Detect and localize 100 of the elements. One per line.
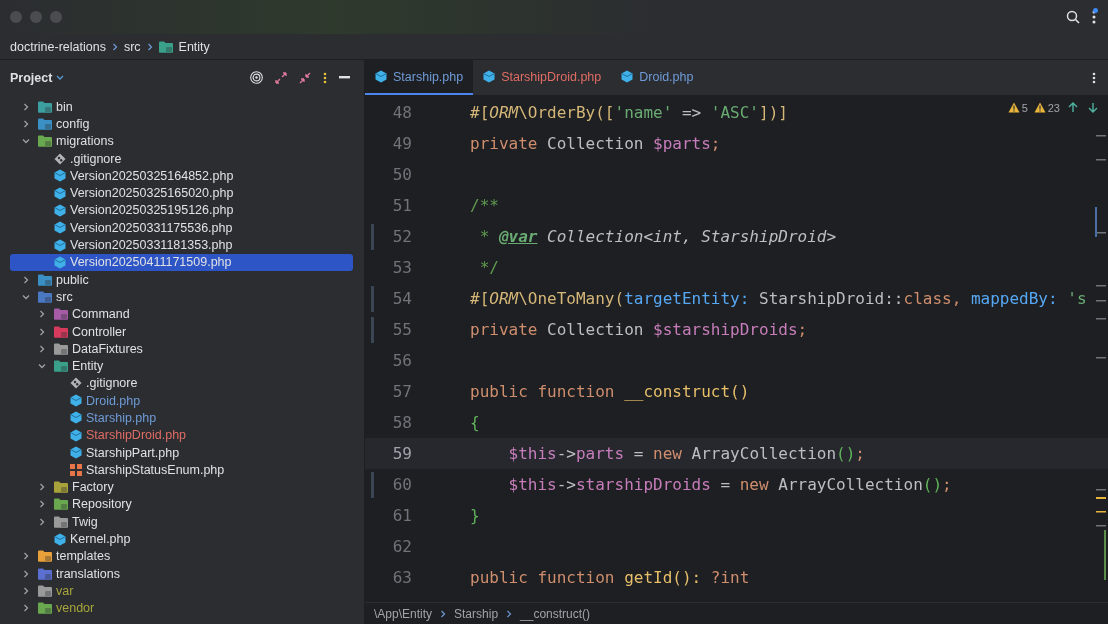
line-number: 50 bbox=[391, 165, 412, 184]
tree-item[interactable]: translations bbox=[10, 565, 353, 583]
cube-icon bbox=[54, 203, 66, 217]
tree-item[interactable]: StarshipDroid.php bbox=[10, 426, 353, 444]
tree-item[interactable]: Version20250325165020.php bbox=[10, 184, 353, 202]
notification-dot bbox=[1093, 8, 1098, 13]
folder-icon bbox=[158, 40, 173, 53]
tree-item[interactable]: Entity bbox=[10, 357, 353, 375]
tree-item[interactable]: Repository bbox=[10, 495, 353, 514]
chevron-icon bbox=[146, 42, 153, 51]
code-line: $this->parts = new ArrayCollection(); bbox=[507, 444, 865, 463]
file-name: StarshipPart.php bbox=[86, 445, 180, 460]
settings-button[interactable] bbox=[1090, 8, 1098, 26]
cube-icon bbox=[54, 169, 66, 183]
search-icon bbox=[1066, 10, 1080, 24]
target-icon bbox=[250, 71, 263, 84]
cube-icon bbox=[70, 428, 82, 442]
file-name: src bbox=[56, 289, 73, 304]
line-number: 60 bbox=[391, 475, 412, 494]
line-number: 56 bbox=[391, 351, 412, 370]
line-number: 54 bbox=[391, 289, 412, 308]
tree-item[interactable]: Twig bbox=[10, 513, 353, 531]
code-line: public function getId(): ?int bbox=[470, 568, 750, 587]
tree-item[interactable]: bin bbox=[10, 98, 353, 116]
file-name: Version20250411171509.php bbox=[70, 255, 232, 270]
tree-item[interactable]: Droid.php bbox=[10, 392, 353, 410]
locate-button[interactable] bbox=[248, 69, 265, 86]
tree-item[interactable]: src bbox=[10, 288, 353, 306]
tree-item[interactable]: templates bbox=[10, 547, 353, 565]
breadcrumb-item[interactable]: \App\Entity bbox=[374, 606, 433, 621]
file-name: Version20250331181353.php bbox=[70, 238, 233, 252]
chevron-icon bbox=[111, 42, 118, 51]
warning-icon[interactable] bbox=[1033, 102, 1046, 113]
tree-item[interactable]: Kernel.php bbox=[10, 530, 353, 548]
tree-item[interactable]: var bbox=[10, 582, 353, 600]
tree-item[interactable]: Controller bbox=[10, 322, 353, 341]
file-name: Version20250325195126.php bbox=[70, 203, 234, 218]
line-number: 49 bbox=[391, 134, 412, 153]
line-number: 59 bbox=[391, 444, 412, 463]
file-name: var bbox=[56, 583, 74, 598]
file-name: Version20250331175536.php bbox=[70, 220, 233, 235]
file-name: Factory bbox=[72, 480, 114, 495]
chevron-down-icon[interactable] bbox=[22, 137, 30, 146]
cube-icon bbox=[54, 532, 66, 546]
previous-button[interactable] bbox=[1066, 100, 1080, 115]
chevron-down-icon[interactable] bbox=[38, 362, 46, 371]
code-line: $this->starshipDroids = new ArrayCollection(); bbox=[507, 475, 952, 494]
code-line: * @var Collection<int, StarshipDroid> bbox=[478, 227, 837, 246]
file-name: Version20250325165020.php bbox=[70, 186, 234, 201]
breadcrumb-item[interactable]: Entity bbox=[178, 39, 210, 54]
chevron-right-icon[interactable] bbox=[22, 275, 30, 284]
editor-tab[interactable]: StarshipDroid.php bbox=[473, 60, 612, 95]
file-name: config bbox=[56, 116, 90, 131]
tree-item[interactable]: config bbox=[10, 115, 353, 133]
breadcrumb-item[interactable]: Starship bbox=[454, 606, 499, 621]
tree-item[interactable]: DataFixtures bbox=[10, 340, 353, 358]
breadcrumb-item[interactable]: __construct() bbox=[520, 606, 591, 621]
tree-item[interactable]: Version20250331175536.php bbox=[10, 219, 353, 237]
file-name: Starship.php bbox=[86, 411, 157, 425]
arrow-down-icon bbox=[1088, 102, 1098, 113]
collapse-arrows-icon bbox=[299, 71, 311, 84]
code-line: } bbox=[470, 506, 480, 525]
file-name: Droid.php bbox=[86, 393, 141, 408]
code-line: private Collection $parts; bbox=[470, 134, 721, 153]
cube-icon bbox=[375, 70, 387, 83]
tree-item[interactable]: Version20250411171509.php bbox=[10, 253, 353, 271]
chevron-down-icon[interactable] bbox=[22, 292, 30, 301]
tree-item[interactable]: Version20250331181353.php bbox=[10, 236, 353, 254]
tree-item[interactable]: Factory bbox=[10, 478, 353, 496]
tree-item[interactable]: Version20250325164852.php bbox=[10, 167, 353, 185]
tree-item[interactable]: Command bbox=[10, 305, 353, 323]
editor-tab[interactable]: Droid.php bbox=[611, 60, 704, 95]
line-number: 53 bbox=[391, 258, 412, 277]
file-name: Repository bbox=[72, 497, 132, 512]
tree-item[interactable]: vendor bbox=[10, 599, 353, 617]
tree-item[interactable]: StarshipStatusEnum.php bbox=[10, 461, 353, 479]
next-button[interactable] bbox=[1086, 100, 1100, 115]
tree-item[interactable]: public bbox=[10, 270, 353, 289]
search-button[interactable] bbox=[1064, 8, 1082, 26]
file-name: Controller bbox=[72, 324, 127, 339]
tree-item[interactable]: migrations bbox=[10, 132, 353, 150]
editor-tab[interactable]: Starship.php bbox=[365, 60, 474, 95]
tree-item[interactable]: .gitignore bbox=[10, 149, 353, 168]
tree-item[interactable]: .gitignore bbox=[10, 374, 353, 393]
file-name: Version20250325164852.php bbox=[70, 168, 234, 183]
minus-icon bbox=[339, 76, 350, 79]
panel-title-dropdown[interactable]: Project bbox=[10, 70, 65, 85]
tree-item[interactable]: StarshipPart.php bbox=[10, 443, 353, 462]
line-number: 62 bbox=[391, 537, 412, 556]
tree-item[interactable]: Version20250325195126.php bbox=[10, 201, 353, 220]
file-name: StarshipStatusEnum.php bbox=[86, 462, 225, 477]
breadcrumb-item[interactable]: doctrine-relations bbox=[10, 39, 106, 54]
file-name: .gitignore bbox=[70, 151, 122, 166]
breadcrumb-item[interactable]: src bbox=[123, 39, 141, 54]
diamond-icon bbox=[54, 152, 66, 165]
code-line: #[ORM\OrderBy(['name' => 'ASC'])] bbox=[470, 103, 788, 122]
tree-item[interactable]: Starship.php bbox=[10, 409, 353, 427]
expand-button[interactable] bbox=[273, 69, 289, 86]
warning-icon[interactable] bbox=[1007, 102, 1020, 113]
file-name: Command bbox=[72, 307, 130, 322]
